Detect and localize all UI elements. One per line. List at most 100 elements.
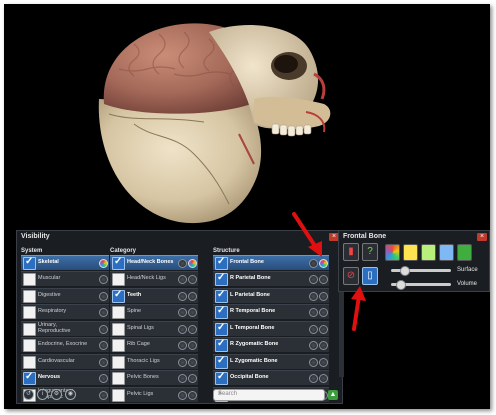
list-item[interactable]: Teeth (110, 287, 198, 303)
list-item[interactable]: R Zygomatic Bone (213, 337, 329, 353)
list-item[interactable]: R Temporal Bone (213, 304, 329, 320)
volume-slider-knob[interactable] (396, 280, 407, 290)
opacity-icon[interactable] (99, 324, 108, 334)
visibility-checkbox[interactable] (112, 273, 125, 287)
color-palette-icon[interactable] (99, 259, 108, 268)
visibility-checkbox[interactable] (215, 322, 228, 336)
info-icon[interactable]: i (37, 389, 48, 400)
isolate-icon[interactable] (178, 357, 187, 367)
search-input[interactable]: Search ⌕ (213, 389, 325, 401)
list-item[interactable]: Muscular (21, 271, 109, 287)
isolate-icon[interactable] (178, 324, 187, 334)
list-item[interactable]: L Parietal Bone (213, 287, 329, 303)
opacity-icon[interactable] (188, 275, 197, 285)
visibility-checkbox[interactable] (23, 273, 36, 287)
list-item[interactable]: Head/Neck Ligs (110, 271, 198, 287)
opacity-icon[interactable] (99, 275, 108, 285)
isolate-icon[interactable] (178, 308, 187, 318)
opacity-icon[interactable] (99, 390, 108, 400)
isolate-icon[interactable] (178, 275, 187, 285)
volume-slider[interactable] (391, 280, 451, 290)
visibility-icon[interactable]: ◉ (65, 389, 76, 400)
opacity-icon[interactable] (188, 308, 197, 318)
isolate-icon[interactable] (309, 357, 318, 367)
visibility-checkbox[interactable] (23, 256, 36, 270)
visibility-checkbox[interactable] (215, 272, 228, 287)
isolate-icon[interactable] (309, 275, 318, 285)
visibility-checkbox[interactable] (215, 289, 228, 303)
visibility-checkbox[interactable] (112, 256, 125, 270)
list-item[interactable]: Skeletal (21, 255, 109, 270)
list-item[interactable]: L Temporal Bone (213, 320, 329, 336)
list-item[interactable]: Rib Cage (110, 337, 198, 353)
isolate-icon[interactable] (309, 324, 318, 334)
isolate-icon[interactable] (309, 374, 318, 384)
visibility-checkbox[interactable] (23, 339, 36, 353)
visibility-checkbox[interactable] (23, 306, 36, 320)
opacity-icon[interactable] (188, 291, 197, 301)
opacity-icon[interactable] (188, 374, 197, 384)
list-item[interactable]: Pelvic Bones (110, 370, 198, 386)
list-item[interactable]: Head/Neck Bones (110, 255, 198, 270)
visibility-checkbox[interactable] (215, 338, 228, 353)
list-item[interactable]: Occipital Bone (213, 370, 329, 386)
help-icon[interactable]: ? (362, 243, 378, 261)
list-item[interactable]: Digestive (21, 287, 109, 303)
list-item[interactable]: Spinal Ligs (110, 320, 198, 336)
visibility-checkbox[interactable] (23, 322, 36, 336)
opacity-icon[interactable] (188, 324, 197, 334)
visibility-checkbox[interactable] (112, 306, 125, 320)
visibility-checkbox[interactable] (112, 322, 125, 336)
isolate-icon[interactable] (178, 291, 187, 301)
book-icon[interactable]: ▮ (343, 243, 359, 261)
visibility-checkbox[interactable] (23, 371, 36, 386)
color-palette-icon[interactable] (385, 244, 400, 261)
visibility-checkbox[interactable] (112, 339, 125, 353)
opacity-icon[interactable] (188, 357, 197, 367)
list-item[interactable]: Urinary, Reproductive (21, 320, 109, 336)
settings-icon[interactable]: ⚙ (51, 389, 62, 400)
visibility-checkbox[interactable] (112, 355, 125, 369)
list-item[interactable]: Cardiovascular (21, 353, 109, 369)
opacity-icon[interactable] (99, 308, 108, 318)
visibility-checkbox[interactable] (215, 256, 228, 270)
opacity-icon[interactable] (319, 374, 328, 384)
opacity-icon[interactable] (188, 390, 197, 400)
list-item[interactable]: Spine (110, 304, 198, 320)
visibility-checkbox[interactable] (215, 305, 228, 320)
confirm-button[interactable]: ▲ (328, 390, 338, 400)
opacity-icon[interactable] (319, 357, 328, 367)
isolate-icon[interactable] (178, 259, 187, 268)
frontal-close-button[interactable]: × (477, 233, 487, 241)
isolate-icon[interactable] (309, 291, 318, 301)
opacity-icon[interactable] (99, 291, 108, 301)
list-item[interactable]: L Zygomatic Bone (213, 353, 329, 369)
opacity-icon[interactable] (99, 374, 108, 384)
magnifier-icon[interactable]: ⌕ (218, 390, 322, 398)
isolate-icon[interactable] (178, 341, 187, 351)
isolate-icon[interactable] (178, 374, 187, 384)
opacity-icon[interactable] (99, 341, 108, 351)
visibility-checkbox[interactable] (215, 355, 228, 369)
3d-viewport[interactable] (4, 4, 490, 230)
isolate-icon[interactable] (309, 308, 318, 318)
surface-slider-knob[interactable] (400, 266, 411, 276)
opacity-icon[interactable] (99, 357, 108, 367)
swatch-add-icon[interactable] (457, 244, 472, 261)
skull-model[interactable] (4, 4, 490, 230)
list-item[interactable]: R Parietal Bone (213, 271, 329, 287)
swatch-green[interactable] (421, 244, 436, 261)
undo-icon[interactable]: ↺ (23, 389, 34, 400)
visibility-checkbox[interactable] (23, 355, 36, 369)
list-item[interactable]: Endocrine, Exocrine (21, 337, 109, 353)
opacity-icon[interactable] (188, 341, 197, 351)
opacity-icon[interactable] (319, 275, 328, 285)
visibility-checkbox[interactable] (112, 289, 125, 303)
opacity-icon[interactable] (319, 341, 328, 351)
visibility-checkbox[interactable] (112, 372, 125, 386)
list-item[interactable]: Respiratory (21, 304, 109, 320)
opacity-icon[interactable] (319, 324, 328, 334)
list-item[interactable]: Pelvic Ligs (110, 386, 198, 402)
swatch-blue[interactable] (439, 244, 454, 261)
visibility-checkbox[interactable] (215, 371, 228, 386)
